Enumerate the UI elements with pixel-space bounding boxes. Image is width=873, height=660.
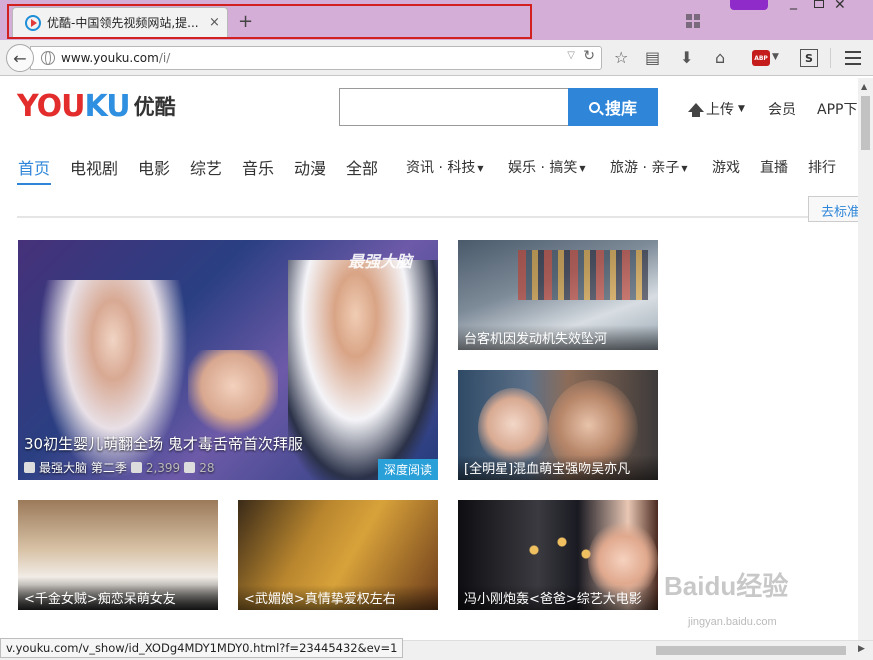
- show-icon: [24, 462, 35, 473]
- chevron-down-icon: ▼: [738, 104, 745, 114]
- search-icon: [588, 101, 600, 113]
- video-tile[interactable]: 台客机因发动机失效坠河: [458, 240, 658, 350]
- hero-meta: 最强大脑 第二季 2,399 28: [24, 459, 214, 476]
- search-input[interactable]: [339, 88, 569, 126]
- video-caption: 冯小刚炮轰<爸爸>综艺大电影: [458, 585, 658, 610]
- hero-title: 30初生婴儿萌翻全场 鬼才毒舌帝首次拜服: [24, 435, 303, 453]
- nav-variety[interactable]: 综艺: [190, 155, 222, 179]
- nav-tv[interactable]: 电视剧: [70, 155, 118, 179]
- tab-groups-icon[interactable]: [686, 14, 700, 28]
- video-tile[interactable]: 冯小刚炮轰<爸爸>综艺大电影: [458, 500, 658, 610]
- nav-movies[interactable]: 电影: [138, 155, 170, 179]
- bookmark-star-icon[interactable]: ☆: [614, 48, 628, 68]
- comment-icon: [184, 462, 196, 473]
- hero-play-count: 2,399: [145, 460, 181, 475]
- maximize-icon[interactable]: [814, 0, 824, 8]
- home-icon[interactable]: ⌂: [715, 48, 725, 68]
- hero-comment-count: 28: [199, 460, 215, 475]
- minimize-icon[interactable]: _: [790, 0, 797, 10]
- back-button[interactable]: ←: [6, 44, 34, 72]
- window-accent-icon: [730, 0, 768, 10]
- hero-image-baby: [188, 350, 278, 440]
- url-host: www.youku.com: [61, 51, 159, 65]
- nav-live[interactable]: 直播: [760, 157, 788, 177]
- tab-annotation-box: [7, 4, 532, 39]
- scroll-up-icon[interactable]: ▲: [861, 82, 867, 91]
- nav-ranking[interactable]: 排行: [808, 157, 836, 177]
- search-button[interactable]: 搜库: [568, 88, 658, 126]
- show-logo-badge: 最强大脑: [348, 252, 413, 271]
- vertical-scrollbar[interactable]: ▲: [858, 78, 873, 640]
- logo-you: YOU: [17, 88, 86, 124]
- s-extension-icon[interactable]: S: [800, 49, 818, 67]
- logo-ku: KU: [84, 88, 131, 124]
- url-history-dropdown-icon[interactable]: ▽: [567, 50, 575, 61]
- nav-travel-family-label: 旅游 · 亲子: [610, 160, 680, 176]
- video-tile[interactable]: [全明星]混血萌宝强吻吴亦凡: [458, 370, 658, 480]
- video-caption: [全明星]混血萌宝强吻吴亦凡: [458, 455, 658, 480]
- new-tab-button[interactable]: +: [238, 11, 253, 32]
- video-caption: <千金女贼>痴恋呆萌女友: [18, 585, 218, 610]
- nav-all[interactable]: 全部: [346, 155, 378, 179]
- search-button-label: 搜库: [604, 99, 637, 118]
- nav-news-tech[interactable]: 资讯 · 科技 ▼: [406, 157, 484, 177]
- video-tile[interactable]: <武媚娘>真情挚爱权左右: [238, 500, 438, 610]
- video-caption: <武媚娘>真情挚爱权左右: [238, 585, 438, 610]
- globe-icon: [41, 51, 55, 65]
- upload-icon: [688, 102, 704, 117]
- chevron-down-icon: ▼: [681, 163, 688, 173]
- vertical-scroll-thumb[interactable]: [861, 96, 870, 150]
- category-nav: 首页 电视剧 电影 综艺 音乐 动漫 全部 资讯 · 科技 ▼ 娱乐 · 搞笑 ▼ …: [0, 155, 858, 179]
- video-tile[interactable]: <千金女贼>痴恋呆萌女友: [18, 500, 218, 610]
- reload-icon[interactable]: ↻: [583, 48, 595, 64]
- youku-logo[interactable]: YOUKU 优酷: [17, 88, 176, 124]
- hero-show-name[interactable]: 最强大脑 第二季: [39, 459, 127, 476]
- app-download-link[interactable]: APP下: [817, 99, 857, 119]
- header-divider: [17, 216, 858, 218]
- nav-music[interactable]: 音乐: [242, 155, 274, 179]
- nav-games[interactable]: 游戏: [712, 157, 740, 177]
- deep-read-badge[interactable]: 深度阅读: [377, 459, 438, 480]
- return-old-version-button[interactable]: 去标准: [808, 196, 860, 222]
- nav-anime[interactable]: 动漫: [294, 155, 326, 179]
- status-bar-url: v.youku.com/v_show/id_XODg4MDY1MDY0.html…: [0, 638, 404, 658]
- url-path: /i/: [158, 51, 171, 65]
- stage-lights-image: [518, 530, 598, 570]
- active-nav-underline: [17, 183, 51, 185]
- logo-chinese: 优酷: [133, 95, 176, 119]
- nav-home[interactable]: 首页: [18, 155, 50, 179]
- download-icon[interactable]: ⬇: [680, 48, 693, 68]
- reading-list-icon[interactable]: ▤: [645, 48, 660, 68]
- upload-menu[interactable]: 上传 ▼: [688, 99, 745, 119]
- baidu-watermark-url: jingyan.baidu.com: [688, 616, 777, 628]
- window-close-icon[interactable]: ✕: [834, 0, 846, 13]
- navigation-toolbar: ← www.youku.com /i/ ▽ ↻ ☆ ▤ ⬇ ⌂ ABP ▼ S: [0, 40, 873, 76]
- play-count-icon: [130, 462, 142, 473]
- nav-ent-funny[interactable]: 娱乐 · 搞笑 ▼: [508, 157, 586, 177]
- toolbar-separator: [830, 48, 831, 68]
- scroll-right-icon[interactable]: ▶: [858, 644, 865, 654]
- horizontal-scroll-thumb[interactable]: [656, 646, 846, 655]
- video-caption: 台客机因发动机失效坠河: [458, 325, 658, 350]
- baidu-watermark: Baidu经验: [664, 571, 789, 601]
- title-bar: 优酷-中国领先视频网站,提... × + _ ✕: [0, 0, 873, 40]
- nav-travel-family[interactable]: 旅游 · 亲子 ▼: [610, 157, 688, 177]
- hero-image-boy: [288, 260, 438, 480]
- nav-ent-funny-label: 娱乐 · 搞笑: [508, 160, 578, 176]
- member-link[interactable]: 会员: [768, 99, 796, 119]
- logo-english: YOUKU: [17, 88, 131, 124]
- hamburger-menu-icon[interactable]: [845, 51, 861, 65]
- upload-label: 上传: [706, 102, 734, 118]
- adblock-dropdown-icon[interactable]: ▼: [772, 52, 779, 62]
- chevron-down-icon: ▼: [477, 163, 484, 173]
- nav-news-tech-label: 资讯 · 科技: [406, 160, 476, 176]
- adblock-plus-icon[interactable]: ABP: [752, 50, 770, 66]
- chevron-down-icon: ▼: [579, 163, 586, 173]
- url-bar[interactable]: www.youku.com /i/ ▽ ↻: [30, 46, 602, 70]
- rescue-scene-image: [518, 250, 648, 300]
- hero-video-tile[interactable]: 最强大脑 30初生婴儿萌翻全场 鬼才毒舌帝首次拜服 最强大脑 第二季 2,399…: [18, 240, 438, 480]
